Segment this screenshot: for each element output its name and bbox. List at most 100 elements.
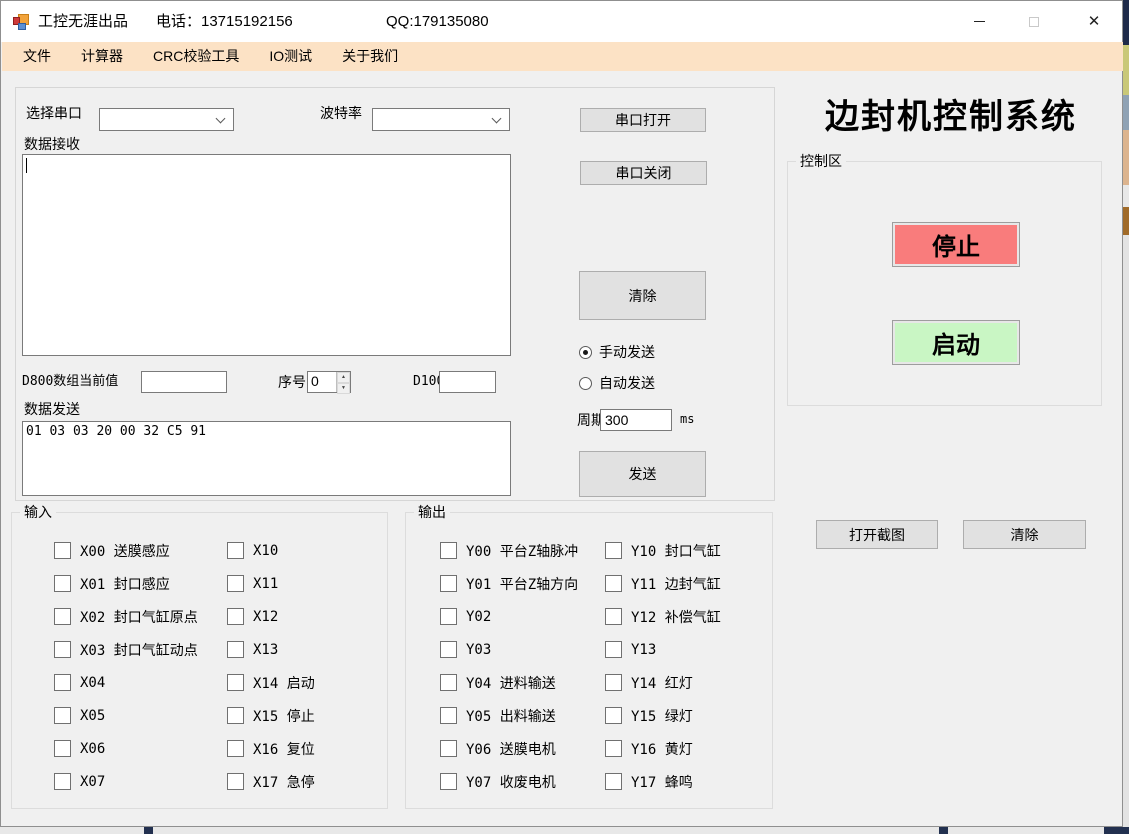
d800-field[interactable] [141, 371, 227, 393]
background-window-sliver [1122, 207, 1129, 235]
open-screenshot-button[interactable]: 打开截图 [816, 520, 938, 549]
clear-control-button[interactable]: 清除 [963, 520, 1086, 549]
checkbox[interactable] [605, 575, 622, 592]
checkbox-label: Y07 收废电机 [466, 772, 556, 792]
send-textarea[interactable]: 01 03 03 20 00 32 C5 91 [22, 421, 511, 496]
checkbox[interactable] [54, 641, 71, 658]
chevron-down-icon [492, 114, 502, 124]
checkbox[interactable] [440, 740, 457, 757]
checkbox[interactable] [440, 575, 457, 592]
menu-item[interactable]: 文件 [8, 42, 66, 71]
checkbox-label: Y00 平台Z轴脉冲 [466, 541, 578, 561]
checkbox[interactable] [54, 707, 71, 724]
checkbox[interactable] [227, 608, 244, 625]
menu-item[interactable]: 计算器 [66, 42, 138, 71]
minimize-icon [974, 21, 985, 22]
checkbox[interactable] [54, 575, 71, 592]
input-checkbox-row: X03 封口气缸动点 [54, 640, 198, 659]
index-stepper[interactable]: 0 ▲ ▼ [307, 371, 351, 393]
open-port-button[interactable]: 串口打开 [580, 108, 706, 132]
checkbox[interactable] [440, 542, 457, 559]
output-checkbox-row: Y12 补偿气缸 [605, 607, 721, 626]
checkbox[interactable] [605, 641, 622, 658]
checkbox[interactable] [227, 575, 244, 592]
checkbox[interactable] [54, 542, 71, 559]
desktop: 工控无涯出品 电话：13715192156 QQ:179135080 ✕ 文件计… [0, 0, 1129, 834]
send-button[interactable]: 发送 [579, 451, 706, 497]
checkbox[interactable] [605, 740, 622, 757]
close-button[interactable]: ✕ [1066, 1, 1122, 42]
output-checkbox-row: Y02 [440, 607, 578, 626]
maximize-button[interactable] [1006, 1, 1062, 42]
background-window-sliver [1122, 95, 1129, 130]
menu-item[interactable]: CRC校验工具 [138, 42, 254, 71]
checkbox[interactable] [440, 707, 457, 724]
checkbox-label: Y12 补偿气缸 [631, 607, 721, 627]
maximize-icon [1029, 17, 1039, 27]
output-checkbox-row: Y10 封口气缸 [605, 541, 721, 560]
checkbox[interactable] [227, 707, 244, 724]
checkbox[interactable] [605, 707, 622, 724]
receive-label: 数据接收 [24, 134, 80, 154]
checkbox-label: Y04 进料输送 [466, 673, 556, 693]
clear-receive-button[interactable]: 清除 [579, 271, 706, 320]
checkbox-label: Y13 [631, 642, 656, 658]
checkbox[interactable] [54, 773, 71, 790]
checkbox[interactable] [605, 542, 622, 559]
background-window-sliver [1122, 185, 1129, 207]
checkbox[interactable] [227, 641, 244, 658]
checkbox[interactable] [440, 674, 457, 691]
checkbox[interactable] [227, 740, 244, 757]
close-port-button[interactable]: 串口关闭 [580, 161, 707, 185]
checkbox-label: X13 [253, 642, 278, 658]
minimize-button[interactable] [951, 1, 1007, 42]
manual-send-radio[interactable]: 手动发送 [579, 344, 655, 360]
start-button[interactable]: 启动 [892, 320, 1020, 365]
outputs-column-1: Y00 平台Z轴脉冲 Y01 平台Z轴方向 Y02 Y03 [440, 541, 578, 805]
send-area-label: 数据发送 [24, 399, 80, 419]
output-checkbox-row: Y06 送膜电机 [440, 739, 578, 758]
input-checkbox-row: X04 [54, 673, 198, 692]
input-checkbox-row: X01 封口感应 [54, 574, 198, 593]
menu-item[interactable]: 关于我们 [327, 42, 413, 71]
stepper-down-icon[interactable]: ▼ [337, 383, 350, 394]
baud-rate-select[interactable] [372, 108, 510, 131]
checkbox[interactable] [605, 773, 622, 790]
input-checkbox-row: X06 [54, 739, 198, 758]
checkbox[interactable] [605, 674, 622, 691]
window-title: 工控无涯出品 [38, 1, 128, 42]
d100-field[interactable] [439, 371, 496, 393]
receive-textarea[interactable] [22, 154, 511, 356]
title-bar: 工控无涯出品 电话：13715192156 QQ:179135080 ✕ [1, 1, 1122, 42]
stop-button[interactable]: 停止 [892, 222, 1020, 267]
checkbox-label: X15 停止 [253, 706, 315, 726]
app-icon [13, 13, 30, 30]
checkbox-label: Y10 封口气缸 [631, 541, 721, 561]
checkbox[interactable] [54, 608, 71, 625]
serial-panel: 选择串口 波特率 数据接收 D800数组当前值 序号 0 ▲ ▼ D100 数据… [15, 87, 775, 501]
checkbox[interactable] [227, 773, 244, 790]
input-checkbox-row: X02 封口气缸原点 [54, 607, 198, 626]
checkbox[interactable] [440, 773, 457, 790]
background-window-sliver [1122, 130, 1129, 185]
checkbox-label: Y02 [466, 609, 491, 625]
inputs-column-1: X00 送膜感应 X01 封口感应 X02 封口气缸原点 X03 [54, 541, 198, 805]
period-field[interactable] [600, 409, 672, 431]
output-checkbox-row: Y05 出料输送 [440, 706, 578, 725]
checkbox[interactable] [227, 674, 244, 691]
auto-send-radio[interactable]: 自动发送 [579, 375, 655, 391]
serial-port-select[interactable] [99, 108, 234, 131]
checkbox-label: Y03 [466, 642, 491, 658]
d800-label: D800数组当前值 [22, 371, 118, 393]
checkbox[interactable] [440, 608, 457, 625]
checkbox[interactable] [227, 542, 244, 559]
checkbox[interactable] [440, 641, 457, 658]
menu-item[interactable]: IO测试 [254, 42, 327, 71]
stepper-up-icon[interactable]: ▲ [337, 372, 350, 383]
system-title: 边封机控制系统 [801, 89, 1101, 138]
checkbox[interactable] [54, 740, 71, 757]
checkbox[interactable] [54, 674, 71, 691]
checkbox[interactable] [605, 608, 622, 625]
taskbar-strip [0, 827, 1129, 834]
output-checkbox-row: Y15 绿灯 [605, 706, 721, 725]
